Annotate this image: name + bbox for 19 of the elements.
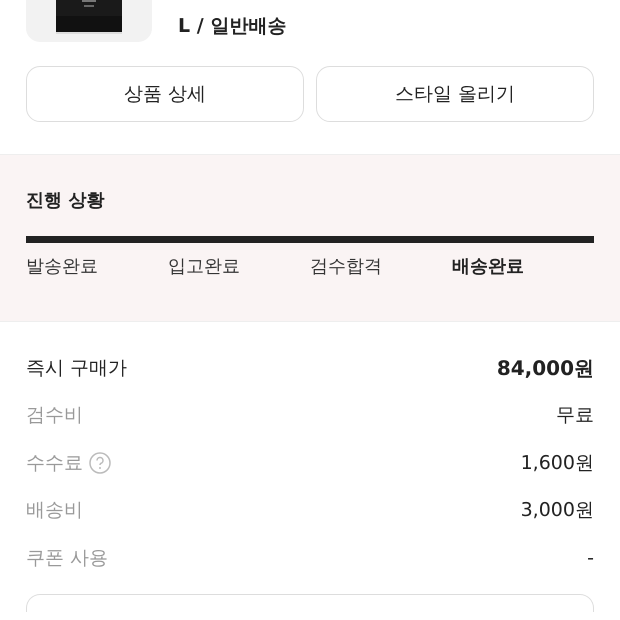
- price-label: 배송비: [26, 498, 83, 523]
- price-label: 검수비: [26, 403, 83, 428]
- price-value: 1,600원: [520, 450, 594, 476]
- progress-step: 발송완료: [26, 253, 168, 280]
- help-icon[interactable]: [89, 452, 111, 474]
- progress-step: 입고완료: [168, 253, 310, 280]
- action-button[interactable]: 스타일 올리기: [316, 66, 594, 122]
- price-value: -: [587, 546, 594, 570]
- progress-step: 검수합격: [310, 253, 452, 280]
- progress-step: 배송완료: [452, 253, 594, 280]
- action-button[interactable]: 상품 상세: [26, 66, 304, 122]
- section-title: 진행 상황: [26, 189, 106, 213]
- price-value: 84,000원: [496, 354, 594, 382]
- price-label: 즉시 구매가: [26, 356, 128, 380]
- price-label: 수수료: [26, 450, 83, 476]
- price-label: 쿠폰 사용: [26, 546, 108, 570]
- price-value: 3,000원: [520, 498, 594, 523]
- option-text: L / 일반배송: [178, 14, 286, 38]
- price-value: 무료: [556, 403, 594, 428]
